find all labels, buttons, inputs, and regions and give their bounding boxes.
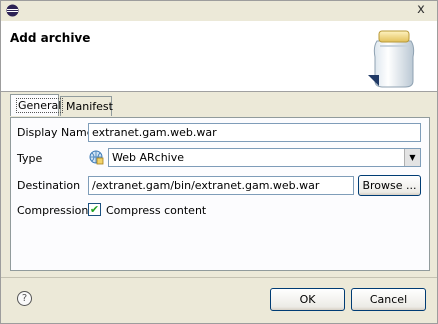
general-panel: Display Name extranet.gam.web.war Type W… xyxy=(10,117,430,271)
tab-general-label: General xyxy=(16,98,64,113)
dialog-header: Add archive xyxy=(1,21,437,92)
tab-general[interactable]: General xyxy=(10,94,64,116)
tab-manifest-label: Manifest xyxy=(66,100,113,113)
type-label: Type xyxy=(17,152,43,165)
dialog-title: Add archive xyxy=(10,31,91,45)
jar-icon xyxy=(368,30,415,88)
add-archive-dialog: x Add archive General Manifest Display N… xyxy=(0,0,438,324)
destination-label: Destination xyxy=(17,179,81,192)
close-button[interactable]: x xyxy=(413,2,429,18)
cancel-button[interactable]: Cancel xyxy=(351,288,426,311)
type-select[interactable]: Web ARchive ▼ xyxy=(108,148,421,167)
chevron-down-icon[interactable]: ▼ xyxy=(404,149,420,166)
display-name-label: Display Name xyxy=(17,126,94,139)
title-bar: x xyxy=(1,1,437,21)
destination-input[interactable]: /extranet.gam/bin/extranet.gam.web.war xyxy=(88,176,354,195)
web-archive-icon xyxy=(89,150,104,165)
eclipse-icon xyxy=(6,4,19,17)
compress-content-checkbox[interactable]: ✔ xyxy=(88,203,101,216)
type-select-value: Web ARchive xyxy=(112,151,184,164)
browse-button[interactable]: Browse ... xyxy=(358,175,421,196)
tab-manifest[interactable]: Manifest xyxy=(60,96,113,116)
display-name-input[interactable]: extranet.gam.web.war xyxy=(88,123,421,142)
help-icon[interactable]: ? xyxy=(17,291,32,306)
compress-content-label: Compress content xyxy=(106,204,207,217)
footer-separator xyxy=(1,277,437,278)
compression-label: Compression xyxy=(17,204,89,217)
ok-button[interactable]: OK xyxy=(270,288,345,311)
